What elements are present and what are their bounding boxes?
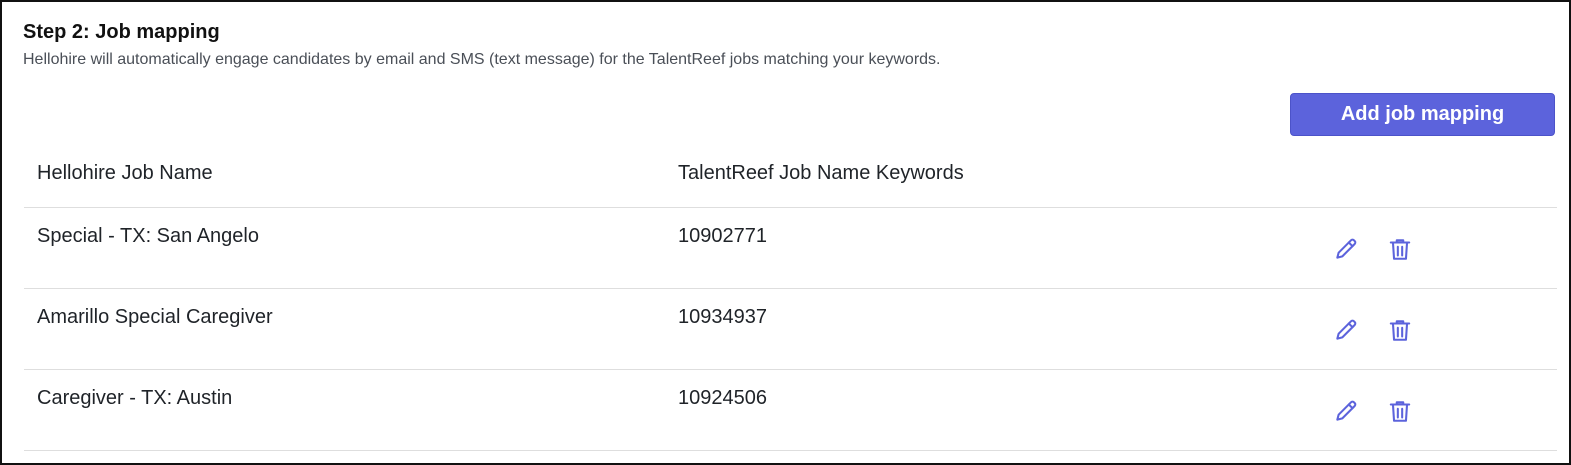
table-row: Amarillo Special Caregiver 10934937: [24, 289, 1557, 370]
pencil-icon[interactable]: [1331, 315, 1361, 345]
job-mapping-table: Hellohire Job Name TalentReef Job Name K…: [24, 142, 1557, 451]
section-description: Hellohire will automatically engage cand…: [23, 51, 941, 68]
pencil-icon[interactable]: [1331, 396, 1361, 426]
trash-icon[interactable]: [1385, 315, 1415, 345]
keywords-cell: 10902771: [678, 225, 767, 247]
job-name-cell: Amarillo Special Caregiver: [37, 306, 273, 328]
row-actions: [1331, 315, 1415, 345]
table-header: Hellohire Job Name TalentReef Job Name K…: [24, 142, 1557, 208]
add-job-mapping-button[interactable]: Add job mapping: [1290, 93, 1555, 136]
pencil-icon[interactable]: [1331, 234, 1361, 264]
section-title: Step 2: Job mapping: [23, 21, 220, 43]
row-actions: [1331, 234, 1415, 264]
keywords-cell: 10934937: [678, 306, 767, 328]
row-actions: [1331, 396, 1415, 426]
table-row: Caregiver - TX: Austin 10924506: [24, 370, 1557, 451]
column-header-talentreef-keywords: TalentReef Job Name Keywords: [678, 162, 964, 184]
trash-icon[interactable]: [1385, 234, 1415, 264]
table-row: Special - TX: San Angelo 10902771: [24, 208, 1557, 289]
keywords-cell: 10924506: [678, 387, 767, 409]
column-header-hellohire-job-name: Hellohire Job Name: [37, 162, 213, 184]
job-name-cell: Caregiver - TX: Austin: [37, 387, 233, 409]
job-mapping-panel: Step 2: Job mapping Hellohire will autom…: [0, 0, 1571, 465]
trash-icon[interactable]: [1385, 396, 1415, 426]
job-name-cell: Special - TX: San Angelo: [37, 225, 259, 247]
